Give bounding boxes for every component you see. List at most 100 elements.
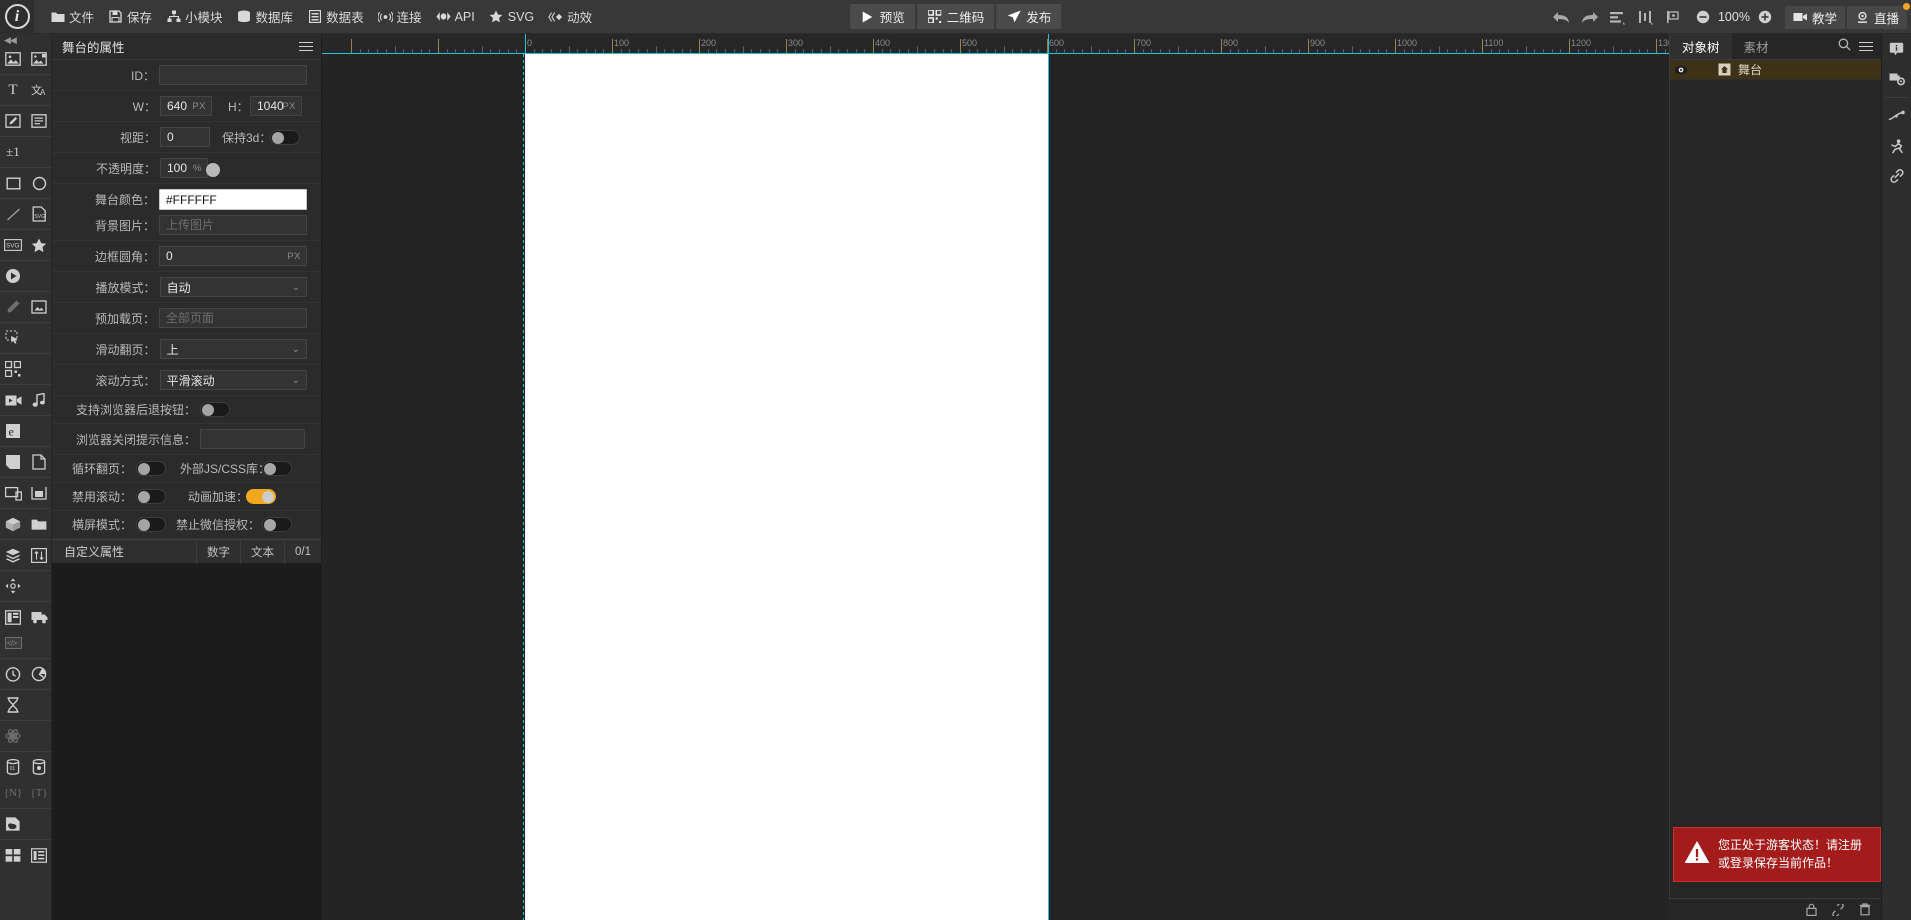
swipe-page-select[interactable]: 上 ⌄ [159, 339, 307, 359]
move-icon[interactable] [0, 573, 26, 599]
container-icon[interactable] [26, 480, 51, 506]
menu-file[interactable]: 文件 [43, 4, 101, 30]
atom-icon[interactable] [0, 723, 26, 749]
no-wechat-auth-toggle[interactable] [262, 517, 292, 532]
id-input[interactable] [159, 65, 307, 85]
trash-icon[interactable] [1859, 903, 1871, 916]
lock-icon[interactable] [1806, 903, 1817, 916]
bracket-n-icon[interactable]: {N} [0, 780, 26, 806]
stage-color-input[interactable] [159, 189, 307, 210]
svg-file-icon[interactable]: SVG [26, 201, 51, 227]
text-icon[interactable]: T [0, 77, 26, 103]
camera-icon[interactable] [0, 387, 26, 413]
hamburger-icon[interactable] [299, 41, 313, 52]
code-icon[interactable]: </> [0, 630, 26, 656]
width-input[interactable] [160, 96, 212, 116]
play-mode-select[interactable]: 自动 ⌄ [159, 277, 307, 297]
menu-connect[interactable]: 连接 [371, 4, 429, 30]
custom-number-button[interactable]: 数字 [196, 539, 240, 564]
align-icon[interactable] [1604, 2, 1632, 32]
perspective-input[interactable] [160, 127, 210, 147]
clock-hand-icon[interactable] [26, 661, 51, 687]
hourglass-icon[interactable] [0, 692, 26, 718]
svg-icon[interactable]: SVG [0, 232, 26, 258]
page-corner-icon[interactable] [0, 449, 26, 475]
screen-icon[interactable] [0, 480, 26, 506]
list-icon[interactable] [26, 842, 51, 868]
rich-text-icon[interactable] [26, 108, 51, 134]
canvas-workspace[interactable]: 0 100 200 300 400 500 600 700 800 900 1000 1100 1200… [322, 34, 1669, 920]
anim-accel-toggle[interactable] [246, 489, 276, 504]
disable-scroll-toggle[interactable] [136, 489, 166, 504]
undo-icon[interactable] [1548, 2, 1576, 32]
zoom-out-icon[interactable] [1694, 2, 1712, 32]
menu-api[interactable]: API [429, 4, 482, 30]
publish-button[interactable]: 发布 [996, 4, 1062, 29]
height-input[interactable] [250, 96, 302, 116]
flag-icon[interactable] [1660, 2, 1688, 32]
keep3d-toggle[interactable] [270, 129, 300, 145]
package-icon[interactable] [0, 511, 26, 537]
panel-icon[interactable] [0, 604, 26, 630]
unlink-icon[interactable] [1831, 903, 1845, 916]
app-logo[interactable]: i [0, 0, 34, 34]
image-multi-icon[interactable] [26, 46, 51, 72]
star-shape-icon[interactable] [26, 232, 51, 258]
edit-pen-icon[interactable] [0, 108, 26, 134]
scroll-mode-select[interactable]: 平滑滚动 ⌄ [159, 370, 307, 390]
teach-button[interactable]: 教学 [1784, 5, 1845, 29]
cloud-file-icon[interactable] [0, 811, 26, 837]
grid-table-icon[interactable] [0, 842, 26, 868]
info-icon[interactable] [1882, 34, 1911, 64]
image-icon[interactable] [0, 46, 26, 72]
opacity-input[interactable] [160, 158, 208, 178]
eye-icon[interactable] [1672, 65, 1690, 75]
video-play-icon[interactable] [0, 263, 26, 289]
menu-database[interactable]: 数据库 [230, 4, 301, 30]
db-obj-icon[interactable] [26, 754, 51, 780]
preload-input[interactable] [159, 308, 307, 328]
editor-e-icon[interactable]: e [0, 418, 26, 444]
search-icon[interactable] [1838, 38, 1851, 56]
external-lib-toggle[interactable] [262, 461, 292, 476]
rail-collapse-button[interactable]: ◀◀ [0, 34, 51, 46]
run-animation-icon[interactable] [1882, 131, 1911, 161]
truck-icon[interactable] [26, 604, 51, 630]
ellipse-icon[interactable] [26, 170, 51, 196]
bracket-t-icon[interactable]: {T} [26, 780, 51, 806]
music-note-icon[interactable] [26, 387, 51, 413]
menu-module[interactable]: 小模块 [159, 4, 230, 30]
ease-curve-icon[interactable] [1882, 101, 1911, 131]
redo-icon[interactable] [1576, 2, 1604, 32]
text-translate-icon[interactable]: 文A [26, 77, 51, 103]
number-stepper-icon[interactable]: ±1 [0, 139, 26, 165]
menu-svg[interactable]: SVG [482, 4, 541, 30]
tree-item-stage[interactable]: 舞台 [1670, 60, 1881, 80]
opacity-slider-knob[interactable] [206, 163, 220, 177]
qrcode-shape-icon[interactable] [0, 356, 26, 382]
preview-button[interactable]: 预览 [849, 4, 915, 29]
border-radius-input[interactable] [159, 246, 307, 266]
folder-shape-icon[interactable] [26, 511, 51, 537]
stage-canvas[interactable] [525, 54, 1048, 920]
select-drag-icon[interactable] [0, 325, 26, 351]
qrcode-button[interactable]: 二维码 [916, 4, 995, 29]
link-icon[interactable] [1882, 161, 1911, 191]
loop-page-toggle[interactable] [136, 461, 166, 476]
db-num-icon[interactable]: 01 [0, 754, 26, 780]
timer-icon[interactable] [0, 661, 26, 687]
frame-icon[interactable] [26, 294, 51, 320]
brush-icon[interactable] [0, 294, 26, 320]
browser-back-toggle[interactable] [200, 402, 230, 417]
tab-assets[interactable]: 素材 [1732, 34, 1781, 59]
settings-gear-icon[interactable] [1882, 64, 1911, 94]
landscape-toggle[interactable] [136, 517, 166, 532]
menu-save[interactable]: 保存 [101, 4, 159, 30]
close-msg-input[interactable] [200, 429, 305, 449]
sort-icon[interactable] [26, 542, 51, 568]
menu-datatable[interactable]: 数据表 [300, 4, 371, 30]
document-icon[interactable] [26, 449, 51, 475]
tab-object-tree[interactable]: 对象树 [1670, 34, 1732, 59]
hamburger-icon[interactable] [1859, 41, 1873, 52]
bg-image-input[interactable] [159, 215, 307, 235]
